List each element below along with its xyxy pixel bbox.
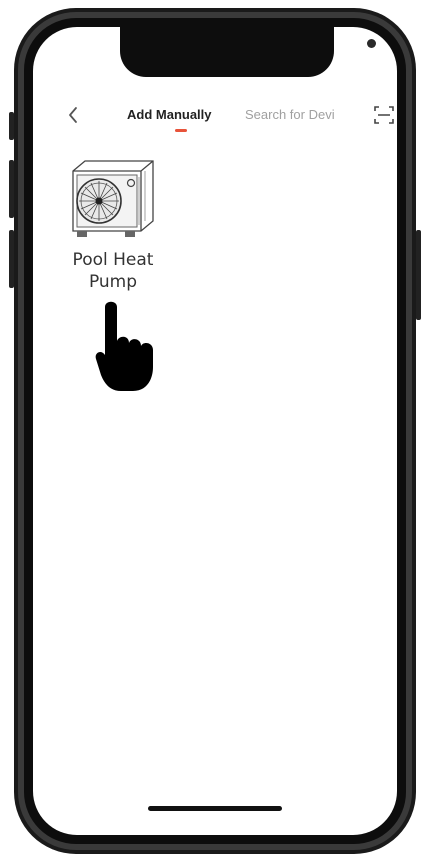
device-item-pool-heat-pump[interactable]: Pool Heat Pump [53,153,173,293]
active-tab-indicator [175,129,187,132]
power-button [416,230,421,320]
notch [120,27,376,77]
chevron-left-icon [69,107,77,123]
tab-add-manually[interactable]: Add Manually [127,107,212,122]
scan-button[interactable] [371,102,397,128]
scan-icon [374,106,394,124]
volume-down-button [9,230,14,288]
back-button[interactable] [61,103,85,127]
front-camera [367,39,376,48]
volume-up-button [9,160,14,218]
device-label: Pool Heat Pump [72,250,154,292]
phone-screen: Add Manually Search for Devi Pool Heat P… [33,27,397,835]
mute-switch [9,112,14,140]
top-nav-bar: Add Manually Search for Devi [33,97,397,137]
tab-search-for-devices[interactable]: Search for Devi [245,107,363,122]
heat-pump-icon [72,160,154,237]
pointing-hand-icon [95,301,153,391]
home-indicator[interactable] [148,806,282,811]
